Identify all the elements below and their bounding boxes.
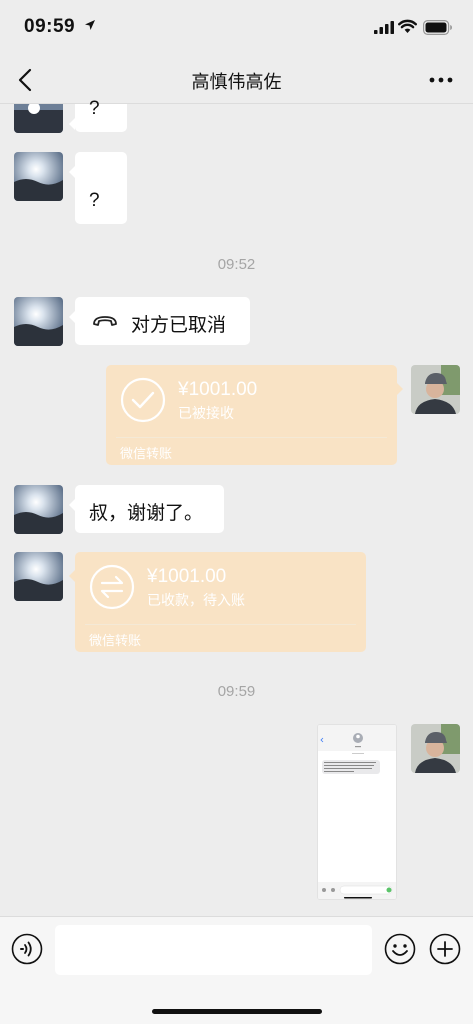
phone-hangup-icon <box>93 316 117 326</box>
image-message[interactable] <box>317 724 397 900</box>
transfer-status: 已收款，待入账 <box>147 592 245 608</box>
divider <box>85 624 356 625</box>
voice-input-icon[interactable] <box>11 933 43 965</box>
transfer-footer: 微信转账 <box>89 633 142 648</box>
emoji-icon[interactable] <box>384 933 416 965</box>
check-circle-icon <box>120 377 166 423</box>
transfer-status: 已被接收 <box>178 405 234 421</box>
message-bubble[interactable]: 叔，谢谢了。 <box>69 485 224 533</box>
call-cancelled-bubble[interactable]: 对方已取消 <box>69 297 250 345</box>
wifi-icon <box>398 19 417 33</box>
message-text: ? <box>89 190 100 211</box>
status-time: 09:59 <box>24 16 76 37</box>
chat-title: 高慎伟高佐 <box>191 72 282 92</box>
timestamp: 09:59 <box>217 683 256 700</box>
message-text: 叔，谢谢了。 <box>89 503 204 524</box>
sms-screenshot-thumbnail <box>318 725 396 899</box>
input-bar <box>0 916 473 1024</box>
message-text: ? <box>89 98 100 119</box>
contact-avatar[interactable] <box>14 152 63 201</box>
contact-avatar[interactable] <box>14 485 63 534</box>
cellular-signal-icon <box>374 21 394 34</box>
message-bubble[interactable]: ? <box>69 152 127 224</box>
transfer-arrows-icon <box>89 564 135 610</box>
message-bubble[interactable]: ? <box>69 98 127 132</box>
my-avatar[interactable] <box>411 365 460 414</box>
contact-avatar[interactable] <box>14 552 63 601</box>
add-attachment-icon[interactable] <box>429 933 461 965</box>
status-bar: 09:59 <box>0 0 473 56</box>
transfer-amount: ¥1001.00 <box>178 379 258 400</box>
contact-avatar[interactable] <box>14 297 63 346</box>
nav-bar: 高慎伟高佐 <box>0 56 473 104</box>
transfer-footer: 微信转账 <box>120 446 173 461</box>
transfer-card[interactable]: ¥1001.00 已被接收 微信转账 <box>106 365 403 465</box>
more-options-icon[interactable] <box>425 68 457 92</box>
call-status-text: 对方已取消 <box>131 315 227 336</box>
battery-icon <box>423 20 452 35</box>
divider <box>116 437 387 438</box>
transfer-card[interactable]: ¥1001.00 已收款，待入账 微信转账 <box>69 552 366 652</box>
location-arrow-icon <box>85 20 95 30</box>
message-input[interactable] <box>55 925 372 975</box>
transfer-amount: ¥1001.00 <box>147 566 227 587</box>
my-avatar[interactable] <box>411 724 460 773</box>
home-indicator[interactable] <box>152 1009 322 1014</box>
timestamp: 09:52 <box>217 256 256 273</box>
